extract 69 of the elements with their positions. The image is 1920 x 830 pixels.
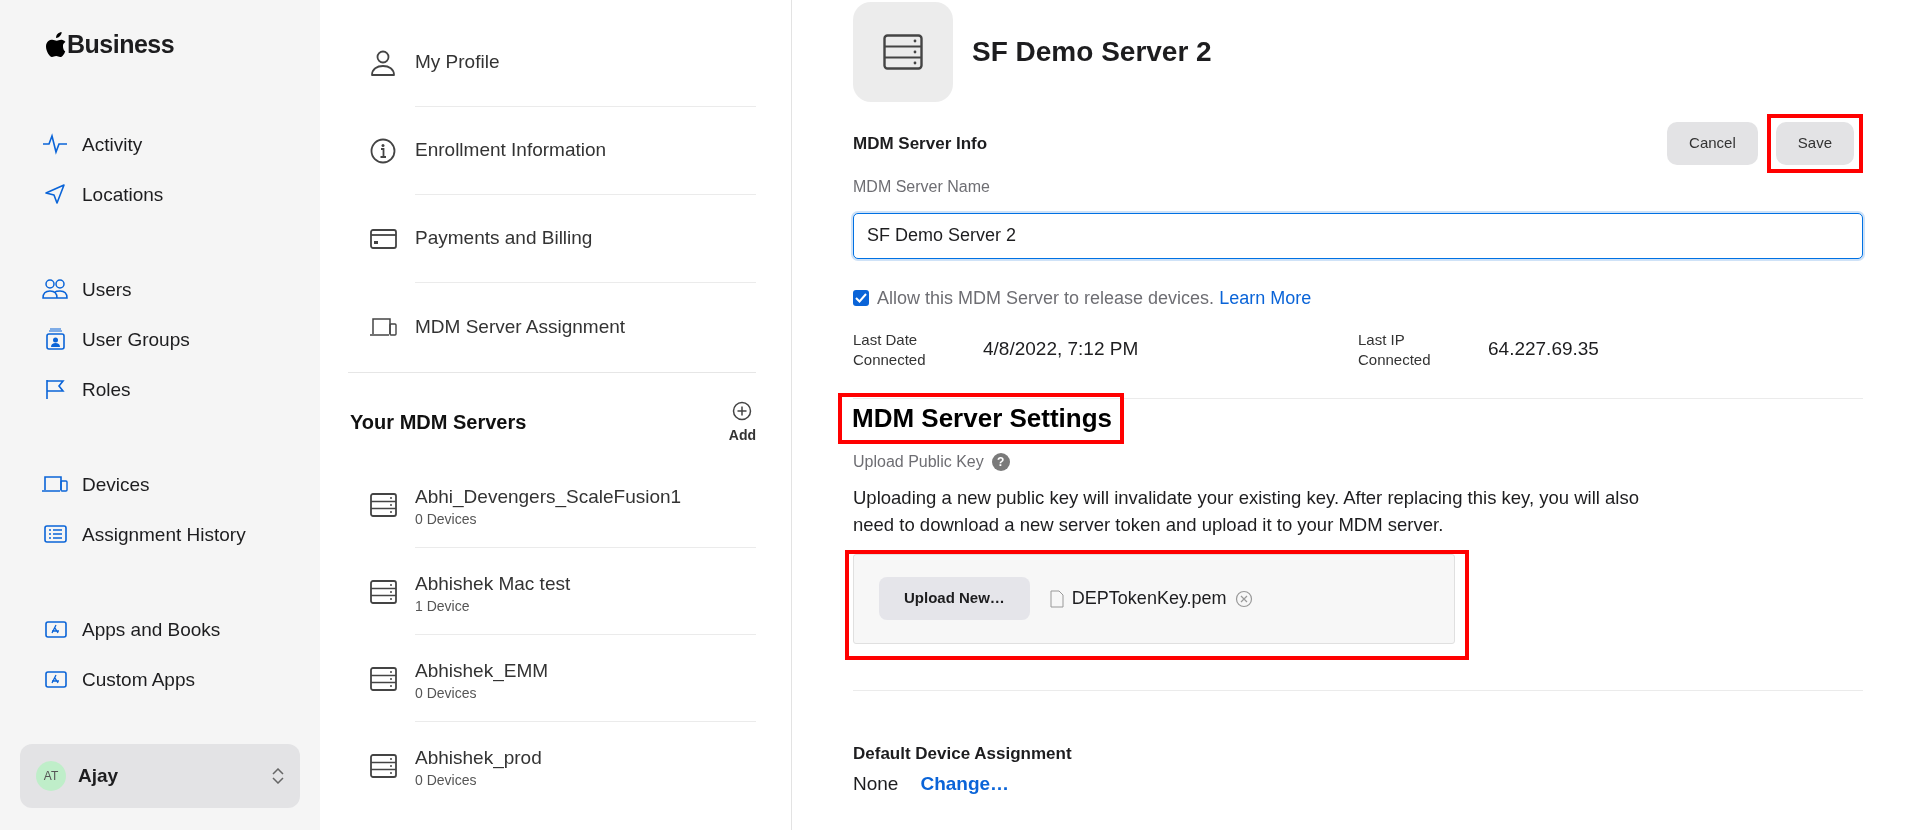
list-icon (42, 523, 68, 545)
file-name: DEPTokenKey.pem (1071, 587, 1227, 611)
server-name[interactable]: Abhishek_EMM (415, 658, 756, 683)
add-button[interactable]: Add (728, 401, 756, 461)
server-name[interactable]: Abhi_Devengers_ScaleFusion1 (415, 484, 756, 509)
stat-label: Last Date Connected (853, 329, 927, 370)
people-icon (42, 278, 68, 300)
learn-more-link[interactable]: Learn More (1219, 287, 1312, 308)
checkbox-label: Allow this MDM Server to release devices. Learn More (877, 286, 1312, 310)
logo-text: Business (67, 29, 175, 60)
account-switcher[interactable]: AT Ajay (20, 744, 300, 808)
app-store-icon (42, 668, 68, 690)
sidebar-item[interactable]: User Groups (20, 324, 300, 354)
avatar: AT (36, 761, 66, 791)
server-name[interactable]: Abhishek Mac test (415, 571, 756, 596)
server-icon (370, 753, 397, 778)
device-count: 0 Devices (415, 509, 478, 529)
server-title: SF Demo Server 2 (972, 35, 1212, 69)
stat-value: 4/8/2022, 7:12 PM (983, 337, 1139, 362)
menu-item[interactable]: Payments and Billing (415, 195, 756, 283)
section-heading: Your MDM Servers (350, 410, 527, 435)
menu-item[interactable]: My Profile (415, 19, 756, 107)
server-icon (370, 492, 397, 517)
checkbox[interactable] (853, 290, 869, 306)
sidebar-item[interactable]: Assignment History (20, 519, 300, 549)
change-link[interactable]: Change… (920, 770, 1010, 799)
credit-card-icon (370, 226, 397, 252)
name-field[interactable]: SF Demo Server 2 (853, 212, 1863, 259)
settings-heading: MDM Server Settings (852, 402, 1113, 434)
plus-circle-icon (732, 401, 753, 421)
device-count: 1 Device (415, 596, 471, 616)
user-name: Ajay (78, 763, 120, 788)
info-icon (370, 138, 397, 164)
stat-value: 64.227.69.35 (1488, 337, 1599, 362)
remove-icon (1234, 589, 1253, 608)
action-button[interactable]: Cancel (1667, 122, 1758, 165)
sidebar-item[interactable]: Locations (20, 179, 300, 209)
laptop-phone-icon (42, 473, 68, 495)
sidebar-item[interactable]: Activity (20, 129, 300, 159)
menu-item[interactable]: Enrollment Information (415, 107, 756, 195)
field-label: MDM Server Name (853, 176, 991, 197)
section-heading: Default Device Assignment (853, 742, 1073, 765)
sidebar-item[interactable]: Roles (20, 374, 300, 404)
help-icon[interactable]: ? (991, 452, 1010, 471)
server-icon (370, 666, 397, 691)
server-name[interactable]: Abhishek_prod (415, 746, 756, 770)
server-icon (370, 579, 397, 604)
device-count: 0 Devices (415, 771, 478, 790)
action-button[interactable]: Save (1775, 122, 1854, 165)
assignment-value: None (853, 772, 899, 797)
device-count: 0 Devices (415, 683, 478, 703)
sidebar-item[interactable]: Apps and Books (20, 614, 300, 644)
pulse-icon (42, 133, 68, 155)
person-icon (370, 50, 397, 76)
app-store-icon (42, 618, 68, 640)
sidebar-item[interactable]: Devices (20, 469, 300, 499)
field-label: Upload Public Key (853, 451, 984, 472)
chevron-up-down-icon (272, 768, 284, 784)
menu-item[interactable]: MDM Server Assignment (415, 283, 756, 371)
sidebar-item[interactable]: Users (20, 274, 300, 304)
section-heading: MDM Server Info (853, 132, 988, 155)
file-icon (1049, 589, 1064, 608)
stat-label: Last IP Connected (1358, 329, 1432, 370)
apple-logo-icon (45, 31, 67, 58)
sidebar-item[interactable]: Custom Apps (20, 664, 300, 694)
server-icon (883, 34, 923, 70)
description-text: Uploading a new public key will invalidate your existing key. After replacing this key, you will also need to download a new server token and upload it to your MDM server. (853, 485, 1640, 537)
navigation-arrow-icon (42, 183, 68, 205)
upload-button[interactable]: Upload New… (879, 577, 1030, 620)
